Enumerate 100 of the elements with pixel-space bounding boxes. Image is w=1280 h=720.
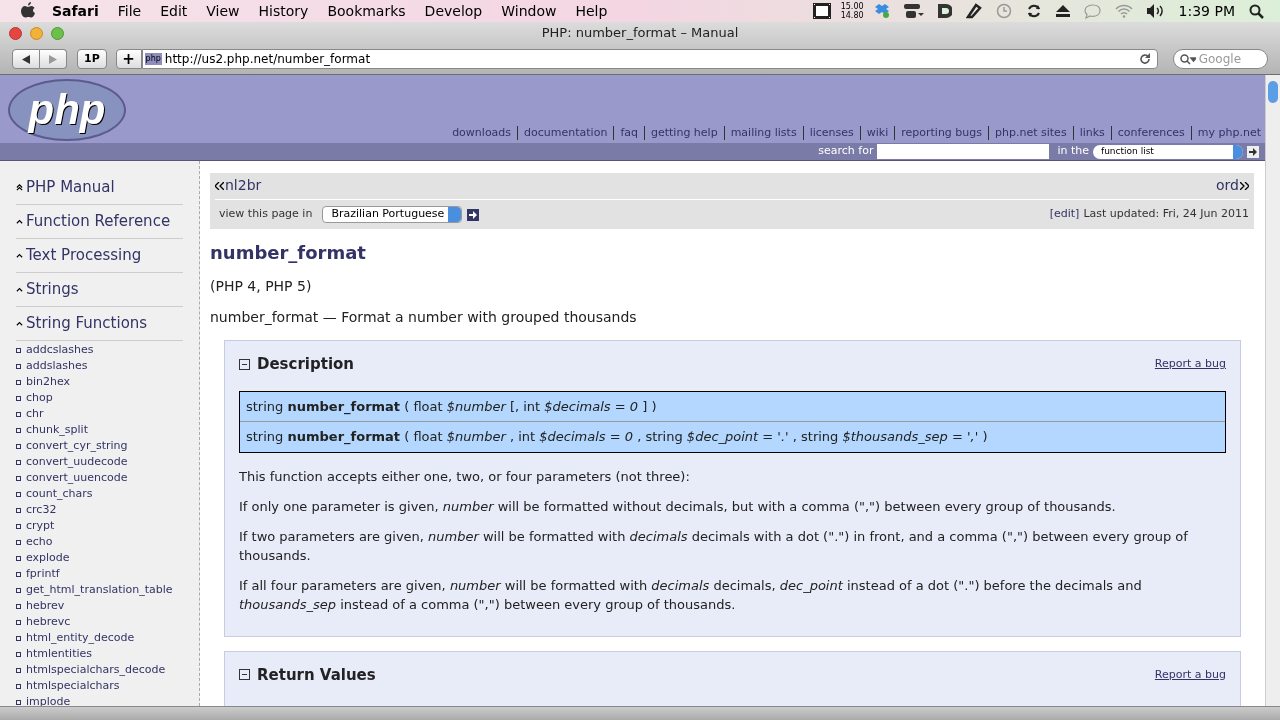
report-link[interactable]: Report a bug: [1154, 356, 1226, 373]
function-link[interactable]: hebrev: [26, 597, 65, 615]
bullet-icon: [16, 379, 21, 385]
nav-link[interactable]: reporting bugs: [901, 124, 983, 141]
collapse-icon[interactable]: [239, 358, 250, 370]
function-link[interactable]: convert_uuencode: [26, 469, 128, 487]
function-link[interactable]: chop: [26, 389, 53, 407]
menu-item[interactable]: Window: [501, 0, 557, 22]
function-link[interactable]: htmlspecialchars: [26, 677, 120, 695]
sidebar-link[interactable]: Strings: [26, 278, 79, 301]
nav-link[interactable]: conferences: [1117, 124, 1185, 141]
function-link[interactable]: fprintf: [26, 565, 60, 583]
collapse-icon[interactable]: [239, 669, 250, 681]
nav-link[interactable]: downloads: [452, 124, 512, 141]
double-right-icon: [1240, 181, 1249, 190]
paragraph: If all four parameters are given, number will be formatted with decimals decimals, dec_point instead of a dot (".") before the decimals and thousands_sep instead of a comma (",") between every group of thousands.: [239, 576, 1143, 614]
rate-reading: 15.00: [840, 2, 864, 11]
paragraph: If two parameters are given, number will be formatted with decimals decimals with a dot (".") in front, and a comma (",") between every group of thousands.: [239, 527, 1189, 565]
site-search-field[interactable]: [877, 144, 1050, 159]
function-link[interactable]: addcslashes: [26, 341, 94, 359]
nav-link[interactable]: getting help: [651, 124, 718, 141]
function-link[interactable]: count_chars: [26, 485, 93, 503]
bullet-icon: [16, 411, 21, 417]
edit-link[interactable]: [edit]: [1049, 206, 1080, 223]
d-icon[interactable]: [937, 4, 952, 18]
scroll-bar[interactable]: [1265, 75, 1280, 706]
bookmark-button[interactable]: 1P: [77, 49, 107, 69]
function-link[interactable]: echo: [26, 533, 53, 551]
sidebar-link[interactable]: PHP Manual: [26, 176, 115, 199]
address-field[interactable]: php http://us2.php.net/number_format: [141, 49, 1158, 69]
next-link[interactable]: ord: [1216, 175, 1249, 196]
app-menu[interactable]: Safari: [52, 0, 99, 22]
nav-link[interactable]: mailing lists: [730, 124, 797, 141]
function-link[interactable]: chr: [26, 405, 44, 423]
menu-item[interactable]: File: [117, 0, 142, 22]
bullet-icon: [16, 619, 21, 625]
bullet-icon: [16, 507, 21, 513]
rate-reading: 14.80: [840, 11, 864, 20]
nav-link[interactable]: php.net sites: [995, 124, 1067, 141]
sidebar-link[interactable]: Function Reference: [26, 210, 171, 233]
function-link[interactable]: get_html_translation_table: [26, 581, 173, 599]
function-link[interactable]: crypt: [26, 517, 55, 535]
function-link[interactable]: hebrevc: [26, 613, 71, 631]
language-select[interactable]: Brazilian Portuguese: [322, 206, 463, 223]
report-link[interactable]: Report a bug: [1154, 666, 1226, 683]
function-link[interactable]: convert_cyr_string: [26, 437, 128, 455]
menu-item[interactable]: Bookmarks: [327, 0, 406, 22]
clock[interactable]: 1:39 PM: [1178, 0, 1235, 22]
function-link[interactable]: explode: [26, 549, 70, 567]
search-icon[interactable]: [1249, 3, 1264, 19]
bullet-icon: [16, 667, 21, 673]
bullet-icon: [16, 475, 21, 481]
add-bookmark-button[interactable]: +: [115, 49, 142, 69]
back-button[interactable]: [12, 49, 40, 69]
eject-icon[interactable]: [1055, 5, 1070, 17]
search-label: search for: [818, 143, 874, 160]
menu-item[interactable]: Develop: [424, 0, 483, 22]
apple-icon[interactable]: [20, 2, 36, 20]
bullet-icon: [16, 395, 21, 401]
sync-icon[interactable]: [1025, 3, 1042, 19]
nav-link[interactable]: wiki: [866, 124, 889, 141]
version-info: (PHP 4, PHP 5): [210, 277, 313, 296]
search-icon: [1179, 53, 1196, 65]
function-link[interactable]: bin2hex: [26, 373, 71, 391]
function-purpose: number_format — Format a number with grouped thousands: [210, 308, 638, 327]
function-link[interactable]: chunk_split: [26, 421, 88, 439]
function-link[interactable]: crc32: [26, 501, 57, 519]
bullet-icon: [16, 699, 21, 705]
url-text: http://us2.php.net/number_format: [164, 51, 371, 68]
menu-item[interactable]: Help: [575, 0, 608, 22]
function-link[interactable]: convert_uudecode: [26, 453, 128, 471]
nav-link[interactable]: documentation: [524, 124, 608, 141]
function-link[interactable]: addslashes: [26, 357, 88, 375]
go-icon[interactable]: [467, 208, 480, 221]
display-icon[interactable]: [903, 4, 924, 18]
go-icon[interactable]: [1247, 145, 1259, 158]
speaker-icon[interactable]: [1146, 4, 1165, 18]
bullet-icon: [16, 539, 21, 545]
double-left-icon: [215, 181, 224, 190]
menu-item[interactable]: History: [258, 0, 309, 22]
close-button[interactable]: [9, 26, 22, 40]
function-link[interactable]: htmlspecialchars_decode: [26, 661, 166, 679]
scope-select[interactable]: function list: [1093, 144, 1243, 159]
function-link[interactable]: html_entity_decode: [26, 629, 135, 647]
previous-link[interactable]: nl2br: [215, 175, 262, 196]
nav-link[interactable]: faq: [620, 124, 638, 141]
film-icon[interactable]: [812, 3, 831, 19]
function-link[interactable]: htmlentities: [26, 645, 93, 663]
bullet-icon: [16, 571, 21, 577]
nav-link[interactable]: licenses: [809, 124, 854, 141]
nav-link[interactable]: my php.net: [1197, 124, 1261, 141]
sidebar-link[interactable]: String Functions: [26, 312, 148, 335]
nav-link[interactable]: links: [1079, 124, 1105, 141]
menu-item[interactable]: View: [206, 0, 240, 22]
menu-item[interactable]: Edit: [160, 0, 188, 22]
box-icon[interactable]: [873, 3, 890, 19]
reload-icon[interactable]: [1138, 53, 1151, 65]
function-signature: string number_format ( float $number [, int $decimals = 0 ] ): [240, 391, 1225, 421]
function-signature: string number_format ( float $number , int $decimals = 0 , string $dec_point = '.' , string $thousands_sep = ',' ): [240, 421, 1225, 452]
sidebar-link[interactable]: Text Processing: [26, 244, 142, 267]
